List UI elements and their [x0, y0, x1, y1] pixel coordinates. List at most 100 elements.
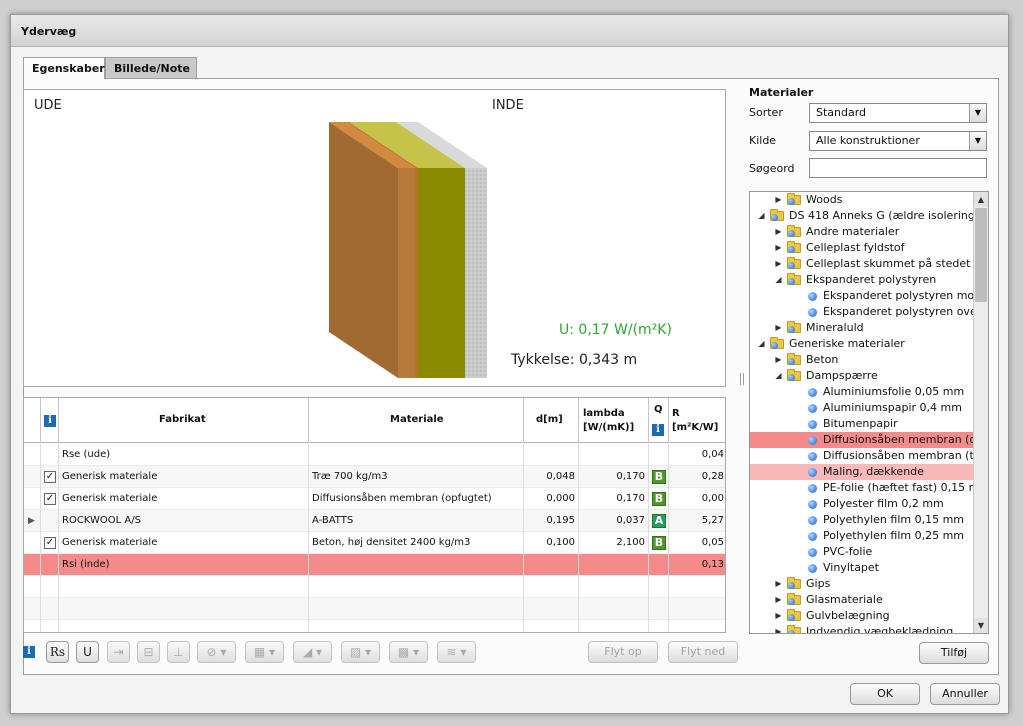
- tree-folder[interactable]: ◢ Ekspanderet polystyren: [750, 272, 973, 288]
- tab-billede-note[interactable]: Billede/Note: [105, 57, 197, 78]
- cell-materiale[interactable]: A-BATTS: [309, 510, 524, 532]
- header-q[interactable]: Q i: [649, 398, 669, 443]
- cell-fabrikat[interactable]: Rse (ude): [59, 444, 309, 466]
- expand-icon[interactable]: ▶: [774, 240, 783, 256]
- expand-icon[interactable]: ▶: [774, 592, 783, 608]
- split-layer-icon[interactable]: ⊟: [137, 641, 160, 663]
- cell-r[interactable]: 0,28: [669, 466, 725, 488]
- cell-d[interactable]: 0,195: [524, 510, 579, 532]
- cell-fabrikat[interactable]: Rsi (inde): [59, 554, 309, 576]
- air-gap-dropdown-icon[interactable]: ▨ ▾: [341, 641, 380, 663]
- tree-item[interactable]: Vinyltapet: [750, 560, 973, 576]
- cell-materiale[interactable]: Beton, høj densitet 2400 kg/m3: [309, 532, 524, 554]
- tree-item[interactable]: PVC-folie: [750, 544, 973, 560]
- tree-item[interactable]: Aluminiumspapir 0,4 mm: [750, 400, 973, 416]
- table-row[interactable]: Rsi (inde) 0,13: [24, 554, 725, 576]
- source-select[interactable]: Alle konstruktioner ▼: [809, 131, 987, 151]
- cell-materiale[interactable]: Træ 700 kg/m3: [309, 466, 524, 488]
- table-row[interactable]: Rse (ude) 0,04: [24, 444, 725, 466]
- tree-item[interactable]: Polyethylen film 0,15 mm: [750, 512, 973, 528]
- cell-d[interactable]: [524, 444, 579, 466]
- cell-d[interactable]: 0,048: [524, 466, 579, 488]
- collapse-icon[interactable]: ◢: [757, 336, 766, 352]
- header-lambda[interactable]: lambda [W/(mK)]: [579, 398, 649, 443]
- title-bar[interactable]: Ydervæg: [11, 15, 1008, 47]
- tree-folder[interactable]: ▶ Glasmateriale: [750, 592, 973, 608]
- cell-materiale[interactable]: [309, 554, 524, 576]
- ok-button[interactable]: OK: [850, 683, 920, 705]
- collapse-icon[interactable]: ◢: [774, 368, 783, 384]
- frame-dropdown-icon[interactable]: ▦ ▾: [245, 641, 284, 663]
- expand-icon[interactable]: ▶: [774, 624, 783, 633]
- pattern-dropdown-icon[interactable]: ▩ ▾: [389, 641, 428, 663]
- tree-folder[interactable]: ◢ Generiske materialer: [750, 336, 973, 352]
- cell-lambda[interactable]: [579, 444, 649, 466]
- collapse-icon[interactable]: ◢: [757, 208, 766, 224]
- expand-icon[interactable]: ▶: [774, 224, 783, 240]
- cell-r[interactable]: 0,04: [669, 444, 725, 466]
- tree-item[interactable]: PE-folie (hæftet fast) 0,15 r: [750, 480, 973, 496]
- info-icon[interactable]: i: [23, 646, 35, 658]
- header-d[interactable]: d[m]: [524, 398, 579, 443]
- tree-item[interactable]: Diffusionsåben membran (o: [750, 432, 973, 448]
- tree-item[interactable]: Ekspanderet polystyren ove: [750, 304, 973, 320]
- insert-layer-icon[interactable]: ⇥: [107, 641, 130, 663]
- cell-d[interactable]: 0,100: [524, 532, 579, 554]
- tree-folder[interactable]: ▶ Celleplast fyldstof: [750, 240, 973, 256]
- collapse-icon[interactable]: ◢: [774, 272, 783, 288]
- expand-icon[interactable]: ▶: [774, 192, 783, 208]
- cell-r[interactable]: 0,00: [669, 488, 725, 510]
- cancel-button[interactable]: Annuller: [930, 683, 1000, 705]
- tree-item[interactable]: Polyethylen film 0,25 mm: [750, 528, 973, 544]
- tree-item[interactable]: Aluminiumsfolie 0,05 mm: [750, 384, 973, 400]
- cell-r[interactable]: 0,13: [669, 554, 725, 576]
- cell-lambda[interactable]: [579, 554, 649, 576]
- cell-fabrikat[interactable]: ROCKWOOL A/S: [59, 510, 309, 532]
- tree-item[interactable]: Ekspanderet polystyren mo: [750, 288, 973, 304]
- table-row[interactable]: ▶ ROCKWOOL A/S A-BATTS 0,195 0,037 5,27 A: [24, 510, 725, 532]
- scroll-down-icon[interactable]: ▼: [974, 618, 988, 633]
- expand-icon[interactable]: ▶: [774, 576, 783, 592]
- tree-folder[interactable]: ▶ Gips: [750, 576, 973, 592]
- tree-folder[interactable]: ▶ Celleplast skummet på stedet: [750, 256, 973, 272]
- header-fabrikat[interactable]: Fabrikat: [59, 398, 309, 443]
- sort-select[interactable]: Standard ▼: [809, 103, 987, 123]
- move-up-button[interactable]: Flyt op: [588, 641, 658, 663]
- cell-lambda[interactable]: 0,170: [579, 488, 649, 510]
- tree-item[interactable]: Maling, dækkende: [750, 464, 973, 480]
- move-down-button[interactable]: Flyt ned: [668, 641, 738, 663]
- cell-lambda[interactable]: 0,170: [579, 466, 649, 488]
- header-materiale[interactable]: Materiale: [309, 398, 524, 443]
- tree-folder[interactable]: ▶ Woods: [750, 192, 973, 208]
- include-checkbox[interactable]: ✓: [44, 471, 56, 483]
- tree-folder[interactable]: ◢ DS 418 Anneks G (ældre isolering: [750, 208, 973, 224]
- header-r[interactable]: R [m²K/W]: [669, 398, 725, 443]
- slope-dropdown-icon[interactable]: ◢ ▾: [293, 641, 332, 663]
- tree-item[interactable]: Diffusionsåben membran (t: [750, 448, 973, 464]
- cell-d[interactable]: 0,000: [524, 488, 579, 510]
- chevron-down-icon[interactable]: ▼: [969, 132, 986, 150]
- expand-icon[interactable]: ▶: [774, 320, 783, 336]
- cell-lambda[interactable]: 0,037: [579, 510, 649, 532]
- tree-item[interactable]: Polyester film 0,2 mm: [750, 496, 973, 512]
- table-row[interactable]: ✓ Generisk materiale Diffusionsåben membra…: [24, 488, 725, 510]
- tree-folder[interactable]: ▶ Andre materialer: [750, 224, 973, 240]
- u-button[interactable]: U: [76, 641, 99, 663]
- include-checkbox[interactable]: ✓: [44, 537, 56, 549]
- tree-folder[interactable]: ▶ Beton: [750, 352, 973, 368]
- tree-item[interactable]: Bitumenpapir: [750, 416, 973, 432]
- cell-materiale[interactable]: Diffusionsåben membran (opfugtet): [309, 488, 524, 510]
- add-button[interactable]: Tilføj: [919, 642, 989, 664]
- cell-fabrikat[interactable]: Generisk materiale: [59, 488, 309, 510]
- splitter-handle[interactable]: [740, 373, 744, 385]
- expand-icon[interactable]: ▶: [774, 608, 783, 624]
- tree-folder[interactable]: ◢ Dampspærre: [750, 368, 973, 384]
- expand-icon[interactable]: ▶: [774, 352, 783, 368]
- cell-fabrikat[interactable]: Generisk materiale: [59, 532, 309, 554]
- tree-folder[interactable]: ▶ Indvendig vægbeklædning: [750, 624, 973, 633]
- scroll-thumb[interactable]: [975, 208, 987, 302]
- cell-materiale[interactable]: [309, 444, 524, 466]
- cell-d[interactable]: [524, 554, 579, 576]
- rs-button[interactable]: Rs: [46, 641, 69, 663]
- table-row[interactable]: ✓ Generisk materiale Træ 700 kg/m3 0,048 0,1…: [24, 466, 725, 488]
